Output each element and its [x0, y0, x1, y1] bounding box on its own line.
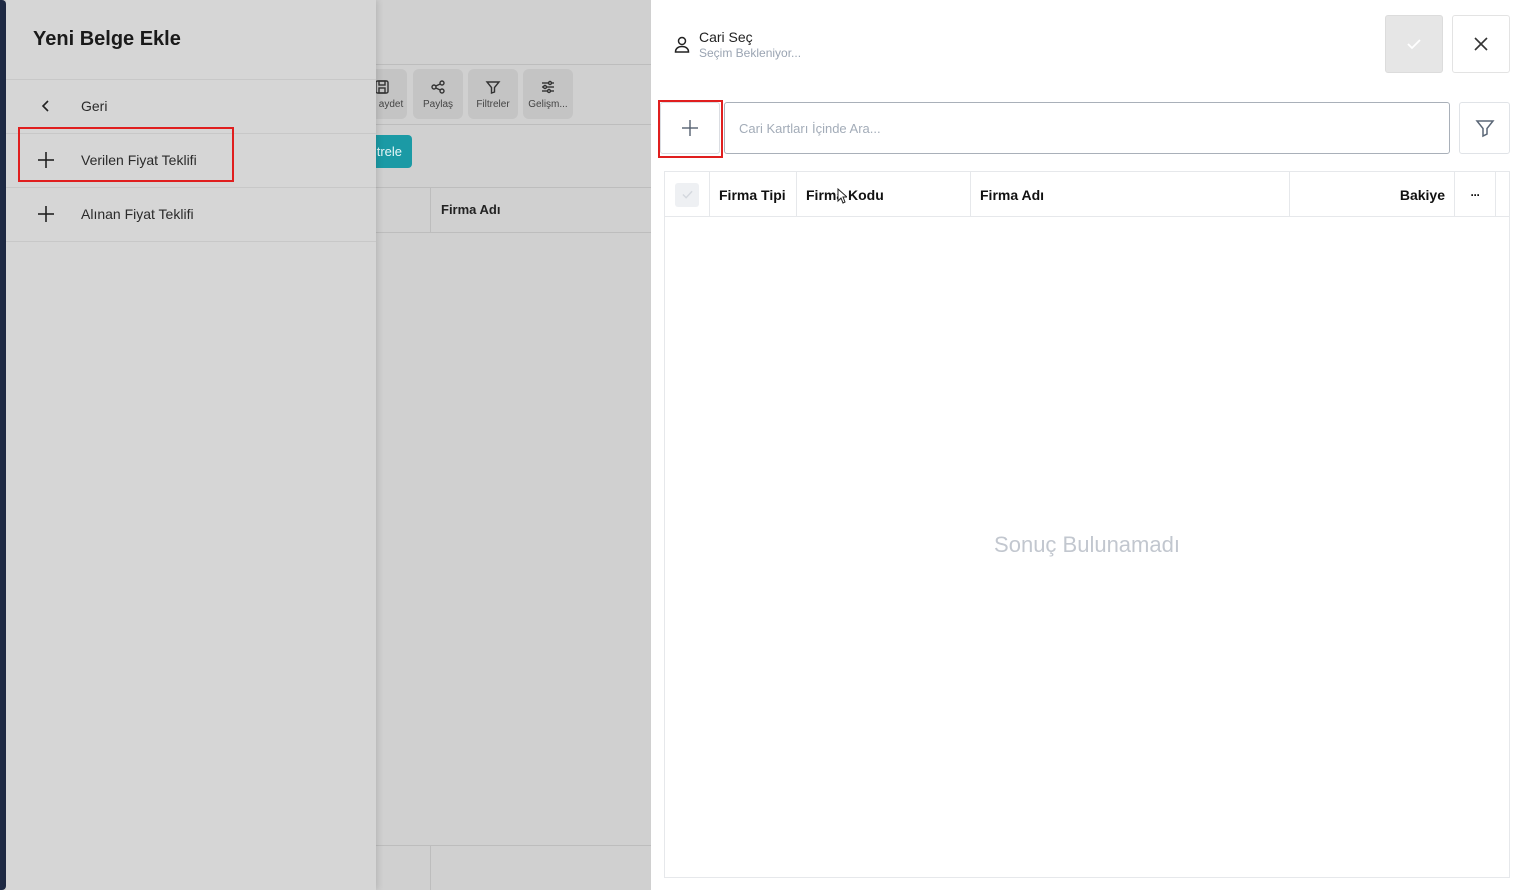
grid-header: Firma Tipi Firma Kodu Firma Adı Bakiye ·…: [665, 172, 1509, 217]
toolbar-divider-2: [376, 124, 651, 125]
cari-search-input[interactable]: [724, 102, 1450, 154]
grid-filter-button[interactable]: [1459, 102, 1510, 154]
toolbar-share-label: Paylaş: [422, 98, 453, 110]
filter-icon: [485, 80, 501, 94]
close-button[interactable]: [1452, 15, 1510, 73]
drawer-item-alinan-fiyat-teklifi[interactable]: Alınan Fiyat Teklifi: [6, 187, 376, 241]
new-document-drawer: Yeni Belge Ekle Geri Verilen Fiyat Tekli…: [6, 0, 376, 890]
plus-icon: [33, 147, 59, 173]
plus-icon: [33, 201, 59, 227]
drawer-item-back[interactable]: Geri: [6, 79, 376, 133]
drawer-item-label: Geri: [81, 98, 108, 114]
user-icon: [674, 36, 690, 53]
column-options-menu[interactable]: ···: [1455, 172, 1496, 217]
filter-icon: [1474, 120, 1495, 138]
column-header-firma-tipi[interactable]: Firma Tipi: [710, 172, 797, 217]
toolbar-advanced-label: Gelişm...: [528, 98, 568, 110]
toolbar-advanced-button[interactable]: Gelişm...: [523, 69, 573, 119]
drawer-divider: [6, 241, 376, 242]
column-header-firma-kodu[interactable]: Firma Kodu: [797, 172, 971, 217]
cari-select-panel: Cari Seç Seçim Bekleniyor... Firma Tipi …: [651, 0, 1523, 890]
toolbar-divider: [376, 64, 651, 65]
drawer-item-verilen-fiyat-teklifi[interactable]: Verilen Fiyat Teklifi: [6, 133, 376, 187]
drawer-item-label: Alınan Fiyat Teklifi: [81, 206, 194, 222]
cari-grid: Firma Tipi Firma Kodu Firma Adı Bakiye ·…: [664, 171, 1510, 878]
drawer-title: Yeni Belge Ekle: [33, 28, 181, 50]
background-table-footer: [376, 845, 651, 890]
share-icon: [431, 79, 445, 94]
panel-title: Cari Seç: [699, 29, 753, 45]
confirm-button[interactable]: [1385, 15, 1443, 73]
sliders-icon: [542, 80, 554, 93]
toolbar-share-button[interactable]: Paylaş: [413, 69, 463, 119]
select-all-checkbox[interactable]: [675, 182, 699, 207]
column-header-firma-adi[interactable]: Firma Adı: [971, 172, 1290, 217]
check-icon: [1407, 39, 1421, 50]
check-icon: [681, 190, 693, 199]
background-table-header: [376, 187, 651, 233]
add-cari-button[interactable]: [660, 102, 720, 154]
panel-subtitle: Seçim Bekleniyor...: [699, 46, 802, 60]
column-header-bakiye[interactable]: Bakiye: [1290, 172, 1455, 217]
chevron-left-icon: [33, 93, 59, 119]
background-filter-label: trele: [376, 144, 402, 159]
background-column-firma-adi: Firma Adı: [441, 202, 501, 217]
background-footer-divider: [430, 845, 431, 890]
toolbar-filters-label: Filtreler: [476, 98, 510, 110]
empty-result-message: Sonuç Bulunamadı: [994, 532, 1180, 557]
save-icon: [375, 79, 389, 94]
toolbar-filters-button[interactable]: Filtreler: [468, 69, 518, 119]
grid-header-select-all[interactable]: [665, 172, 710, 217]
drawer-item-label: Verilen Fiyat Teklifi: [81, 152, 197, 168]
close-icon: [1474, 37, 1488, 51]
background-column-divider: [430, 187, 431, 233]
mouse-cursor-icon: [837, 188, 847, 204]
plus-icon: [682, 120, 698, 136]
